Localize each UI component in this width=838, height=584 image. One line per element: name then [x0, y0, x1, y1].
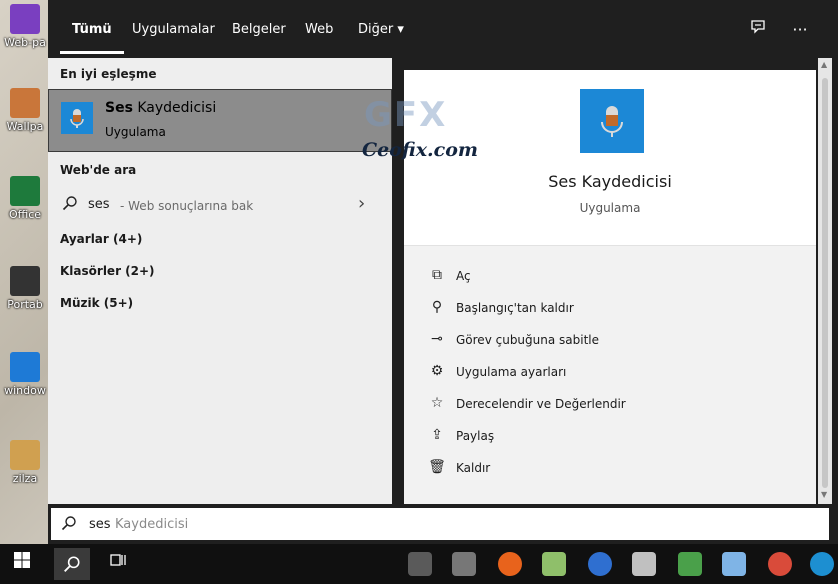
search-icon [62, 195, 78, 214]
preview-subtitle: Uygulama [579, 201, 641, 215]
desktop-shortcut-icon [10, 352, 40, 382]
action-label: Kaldır [456, 461, 491, 475]
action-label: Uygulama ayarları [456, 365, 567, 379]
tab-web[interactable]: Web [305, 22, 333, 58]
action-item[interactable]: ⇪ Paylaş [428, 426, 788, 448]
tab-documents[interactable]: Belgeler [232, 22, 286, 58]
web-hint: - Web sonuçlarına bak [120, 199, 254, 213]
desktop-icon-label: Office [8, 208, 42, 221]
action-label: Paylaş [456, 429, 495, 443]
desktop-icon[interactable]: Wallpa [2, 88, 48, 133]
tab-apps[interactable]: Uygulamalar [132, 22, 215, 58]
chevron-right-icon[interactable]: › [358, 193, 365, 214]
notes-app[interactable] [722, 552, 746, 576]
desktop-icon[interactable]: Office [2, 176, 48, 221]
category-folders[interactable]: Klasörler (2+) [60, 264, 155, 278]
taskbar [0, 544, 838, 584]
voice-recorder-icon [61, 102, 93, 134]
desktop-icon-label: Web-pa [4, 36, 46, 49]
category-settings[interactable]: Ayarlar (4+) [60, 232, 142, 246]
calendar-app[interactable] [632, 552, 656, 576]
watermark-logo: GFX [364, 95, 448, 135]
action-item[interactable]: 🗑 Kaldır [428, 458, 788, 480]
desktop-icon-label: Wallpa [6, 120, 44, 133]
watermark: GFX Ceofix.com [340, 95, 500, 170]
desktop-shortcut-icon [10, 440, 40, 470]
rate-icon: ☆ [430, 395, 444, 411]
web-search-item[interactable]: ses - Web sonuçlarına bak › [48, 191, 392, 217]
unpin-icon: ⚲ [431, 299, 443, 315]
scroll-down-icon[interactable]: ▼ [821, 490, 827, 499]
search-panel: Tümü Uygulamalar Belgeler Web Diğer ▾ ··… [48, 0, 838, 544]
trash-icon: 🗑 [428, 459, 446, 475]
desktop-icon[interactable]: Portab [2, 266, 48, 311]
best-match-subtitle: Uygulama [105, 125, 166, 139]
search-suggestion: Kaydedicisi [115, 517, 189, 532]
media-player-app[interactable] [588, 552, 612, 576]
watermark-text: Ceofix.com [362, 139, 478, 161]
task-view-button[interactable] [102, 548, 134, 580]
image-viewer-app[interactable] [678, 552, 702, 576]
desktop-icon[interactable]: window [2, 352, 48, 397]
action-item[interactable]: ☆ Derecelendir ve Değerlendir [428, 394, 788, 416]
action-item[interactable]: ⚙ Uygulama ayarları [428, 362, 788, 384]
pin-icon: ⊸ [431, 331, 443, 347]
preview-scrollbar[interactable]: ▲ ▼ [818, 58, 832, 504]
voice-recorder-large-icon [580, 89, 644, 153]
action-item[interactable]: ⊸ Görev çubuğuna sabitle [428, 330, 788, 352]
desktop-shortcut-icon [10, 88, 40, 118]
magnifier-app[interactable] [408, 552, 432, 576]
desktop-icon-label: window [4, 384, 46, 397]
desktop-icon-label: Portab [7, 298, 43, 311]
firefox-app[interactable] [498, 552, 522, 576]
web-query: ses [88, 197, 110, 212]
scroll-up-icon[interactable]: ▲ [821, 60, 827, 69]
desktop-shortcut-icon [10, 176, 40, 206]
action-label: Başlangıç'tan kaldır [456, 301, 574, 315]
start-button[interactable] [6, 548, 38, 580]
headset-app[interactable] [452, 552, 476, 576]
action-label: Aç [456, 269, 471, 283]
action-item[interactable]: ⚲ Başlangıç'tan kaldır [428, 298, 788, 320]
search-input[interactable]: ses [89, 517, 111, 532]
action-item[interactable]: ⧉ Aç [428, 266, 788, 288]
desktop-shortcut-icon [10, 4, 40, 34]
search-tabs-bar: Tümü Uygulamalar Belgeler Web Diğer ▾ ··… [48, 0, 838, 58]
share-icon: ⇪ [431, 427, 443, 443]
desktop-shortcut-icon [10, 266, 40, 296]
gear-icon: ⚙ [430, 363, 444, 379]
edge-app[interactable] [810, 552, 834, 576]
tab-all[interactable]: Tümü [60, 22, 124, 58]
more-options-button[interactable]: ··· [788, 18, 812, 42]
desktop-icon[interactable]: zilza [2, 440, 48, 485]
feedback-icon[interactable] [746, 18, 770, 42]
action-label: Derecelendir ve Değerlendir [456, 397, 626, 411]
photos-app[interactable] [542, 552, 566, 576]
desktop-icon-label: zilza [12, 472, 38, 485]
taskbar-search-button[interactable] [54, 548, 90, 580]
search-box-icon [61, 515, 77, 535]
scroll-thumb[interactable] [822, 78, 828, 488]
desktop-icon[interactable]: Web-pa [2, 4, 48, 49]
open-icon: ⧉ [432, 267, 442, 283]
search-box[interactable]: ses Kaydedicisi [49, 506, 831, 542]
web-search-header: Web'de ara [60, 163, 137, 177]
category-music[interactable]: Müzik (5+) [60, 296, 133, 310]
chrome-app[interactable] [768, 552, 792, 576]
preview-title: Ses Kaydedicisi [548, 172, 672, 191]
tab-more[interactable]: Diğer ▾ [358, 22, 404, 58]
action-label: Görev çubuğuna sabitle [456, 333, 600, 347]
best-match-title: Ses Kaydedicisi [105, 100, 217, 116]
best-match-header: En iyi eşleşme [60, 67, 157, 81]
